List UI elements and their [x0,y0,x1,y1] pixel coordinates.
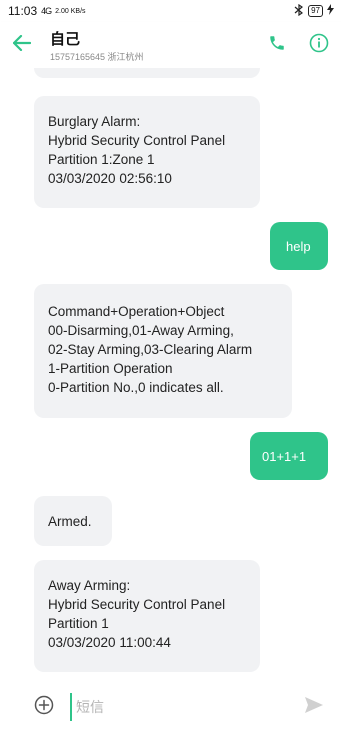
message-bubble-outgoing[interactable]: help [270,222,328,270]
contact-info: 自己 15757165645 浙江杭州 [50,28,144,63]
conversation-header: 自己 15757165645 浙江杭州 [0,22,342,68]
back-button[interactable] [2,25,42,65]
message-bubble-incoming[interactable]: Burglary Alarm: Hybrid Security Control … [34,96,260,208]
battery-indicator: 97 [308,5,323,17]
info-icon [309,33,329,58]
charging-icon [327,4,334,18]
message-bubble-incoming[interactable]: Armed. [34,496,112,546]
message-bubble-incoming[interactable]: Command+Operation+Object 00-Disarming,01… [34,284,292,418]
message-bubble-incoming[interactable]: Away Arming: Hybrid Security Control Pan… [34,560,260,672]
phone-icon [268,34,286,57]
status-time: 11:03 [8,4,38,18]
message-input[interactable] [70,693,290,721]
info-button[interactable] [308,33,330,58]
plus-circle-icon [34,695,54,720]
call-button[interactable] [266,34,288,56]
signal-indicator: 4G [41,6,52,16]
back-arrow-icon [12,34,32,56]
status-bar: 11:03 4G 2.00 KB/s 97 [0,0,342,22]
composer-bar [0,680,342,734]
send-icon [304,696,324,719]
message-bubble-outgoing[interactable]: 01+1+1 [250,432,328,480]
message-bubble-partial [34,68,260,78]
contact-name: 自己 [50,30,81,48]
network-speed: 2.00 KB/s [55,7,86,15]
bluetooth-icon [294,3,304,19]
contact-number-location: 15757165645 浙江杭州 [50,51,144,62]
messaging-screen: 11:03 4G 2.00 KB/s 97 自己 15757165645 浙江杭… [0,0,342,734]
send-button[interactable] [300,693,328,721]
message-list[interactable]: Burglary Alarm: Hybrid Security Control … [0,68,342,680]
add-attachment-button[interactable] [26,689,62,725]
